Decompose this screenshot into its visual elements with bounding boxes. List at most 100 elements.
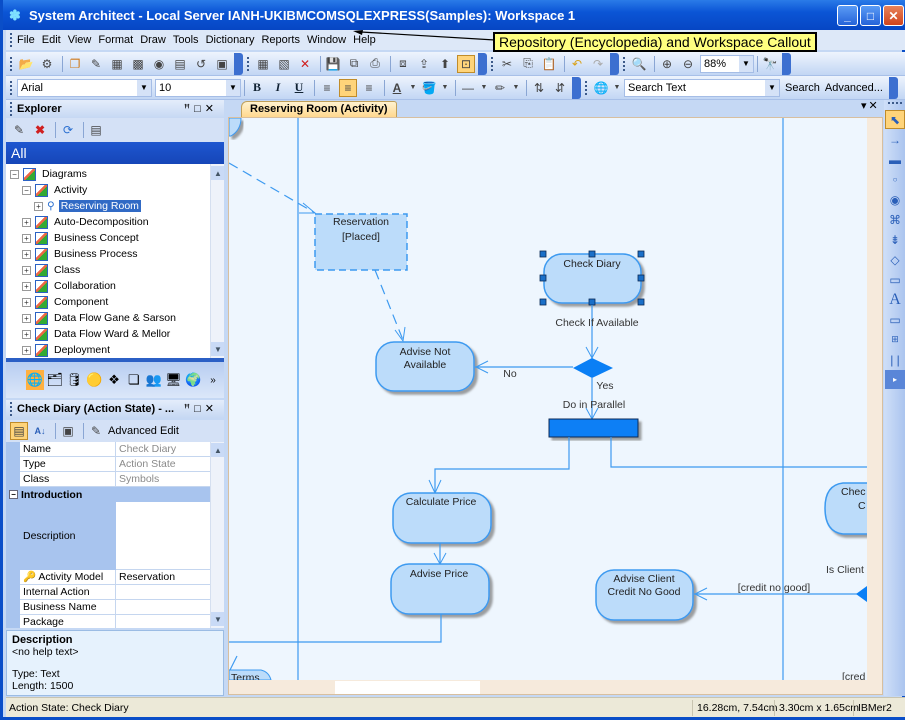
history-icon[interactable]: ↺ xyxy=(192,55,210,73)
process-icon[interactable]: 🟡 xyxy=(85,370,103,390)
advanced-search-button[interactable]: Advanced... xyxy=(825,82,883,94)
expand-icon[interactable]: + xyxy=(22,265,31,275)
decision-node[interactable] xyxy=(573,358,613,378)
expand-icon[interactable]: + xyxy=(22,345,31,355)
menu-tools[interactable]: Tools xyxy=(173,34,199,46)
menu-view[interactable]: View xyxy=(68,34,92,46)
underline-button[interactable]: U xyxy=(290,79,308,97)
new-definition-icon[interactable]: ✎ xyxy=(87,55,105,73)
scroll-up-icon[interactable]: ▲ xyxy=(211,443,224,457)
open-definition-icon[interactable]: ▧ xyxy=(275,55,293,73)
chevron-down-icon[interactable]: ▼ xyxy=(765,79,779,96)
control-flow[interactable] xyxy=(434,437,570,493)
close-panel-icon[interactable]: ✕ xyxy=(205,403,218,415)
font-name-combo[interactable]: Arial ▼ xyxy=(17,78,152,97)
menu-edit[interactable]: Edit xyxy=(42,34,61,46)
decision-node-partial[interactable] xyxy=(856,586,867,602)
font-color-icon[interactable]: A xyxy=(388,79,406,97)
property-pages-icon[interactable]: ▣ xyxy=(59,422,77,440)
close-button[interactable]: ✕ xyxy=(883,5,904,26)
bold-button[interactable]: B xyxy=(248,79,266,97)
palette-more-icon[interactable]: ▸ xyxy=(885,370,905,389)
delete-icon[interactable]: ✖ xyxy=(31,121,49,139)
windows-icon[interactable]: ❏ xyxy=(125,370,143,390)
zoom-in-icon[interactable]: ⊕ xyxy=(658,55,676,73)
close-document-icon[interactable]: ✕ xyxy=(869,100,880,112)
panel-grip[interactable] xyxy=(10,102,13,116)
toolbar-overflow[interactable] xyxy=(782,52,791,75)
toolbar-overflow[interactable] xyxy=(572,76,581,99)
tree-item[interactable]: − Diagrams xyxy=(10,166,87,182)
zoom-out-icon[interactable]: ⊖ xyxy=(679,55,697,73)
scroll-down-icon[interactable]: ▼ xyxy=(211,342,224,356)
view-icon[interactable]: ▤ xyxy=(87,121,105,139)
categorized-view-icon[interactable]: ▤ xyxy=(10,422,28,440)
redo-icon[interactable]: ↷ xyxy=(589,55,607,73)
menu-window[interactable]: Window xyxy=(307,34,346,46)
swimlane-tool-icon[interactable]: | | xyxy=(885,350,905,369)
tree-item[interactable]: + Data Flow Gane & Sarson xyxy=(22,310,176,326)
minimize-button[interactable]: _ xyxy=(837,5,858,26)
diagram-icon[interactable]: ▦ xyxy=(108,55,126,73)
search-text-input[interactable]: Search Text ▼ xyxy=(624,78,780,97)
tree-item-selected[interactable]: + ⚲ Reserving Room xyxy=(34,198,141,214)
object-tool-icon[interactable]: ⊞ xyxy=(885,330,905,349)
initial-state-small-tool-icon[interactable]: ○ xyxy=(885,170,905,189)
rectangle-tool-icon[interactable]: ▭ xyxy=(885,310,905,329)
copy-format-icon[interactable]: ⧈ xyxy=(394,55,412,73)
collapse-section-icon[interactable]: − xyxy=(9,490,18,499)
zoom-level-combo[interactable]: 88% ▼ xyxy=(700,54,754,73)
search-button[interactable]: Search xyxy=(785,82,820,94)
toolbar-grip[interactable] xyxy=(10,33,13,47)
align-center-icon[interactable]: ≡ xyxy=(339,78,357,97)
property-row[interactable]: Class Symbols xyxy=(20,472,210,487)
toolbar-overflow[interactable] xyxy=(478,52,487,75)
print-icon[interactable]: ⎙ xyxy=(366,55,384,73)
properties-icon[interactable]: ▣ xyxy=(213,55,231,73)
table-icon[interactable]: ▤ xyxy=(171,55,189,73)
open-diagram-icon[interactable]: ▦ xyxy=(254,55,272,73)
align-right-icon[interactable]: ≡ xyxy=(360,79,378,97)
pin-icon[interactable]: ꟸ xyxy=(184,403,194,415)
bring-forward-icon[interactable]: ⇅ xyxy=(530,79,548,97)
partial-node[interactable] xyxy=(229,118,242,137)
expand-icon[interactable]: + xyxy=(22,297,31,307)
refresh-icon[interactable]: ⟳ xyxy=(59,121,77,139)
scroll-up-icon[interactable]: ▲ xyxy=(211,166,224,180)
scroll-down-icon[interactable]: ▼ xyxy=(211,612,224,626)
line-color-icon[interactable]: ✏ xyxy=(491,79,509,97)
monitor-icon[interactable]: 🖥 xyxy=(165,370,183,390)
toolbar-grip[interactable] xyxy=(491,56,494,71)
globe-search-scope-icon[interactable]: 🌐 xyxy=(592,79,610,97)
more-chevron-icon[interactable]: » xyxy=(204,370,222,390)
cut-icon[interactable]: ✂ xyxy=(498,55,516,73)
new-diagram-icon[interactable]: ❐ xyxy=(66,55,84,73)
object-flow[interactable] xyxy=(374,269,404,341)
settings-gear-icon[interactable]: ⚙ xyxy=(38,55,56,73)
text-tool-icon[interactable]: A xyxy=(885,290,905,309)
color-wheel-icon[interactable]: ◉ xyxy=(150,55,168,73)
palette-grip[interactable] xyxy=(888,102,902,108)
property-row[interactable]: Internal Action xyxy=(20,585,210,600)
property-row[interactable]: 🔑 Activity Model Reservation xyxy=(20,570,210,585)
tree-item[interactable]: + Auto-Decomposition xyxy=(22,214,149,230)
fill-color-icon[interactable]: 🪣 xyxy=(420,79,438,97)
chevron-down-icon[interactable]: ▼ xyxy=(739,55,753,72)
promote-icon[interactable]: ⬆ xyxy=(436,55,454,73)
property-row[interactable]: Business Name xyxy=(20,600,210,615)
expand-icon[interactable]: + xyxy=(22,217,31,227)
undo-icon[interactable]: ↶ xyxy=(568,55,586,73)
line-style-icon[interactable]: — xyxy=(459,79,477,97)
tree-item[interactable]: + Data Flow Ward & Mellor xyxy=(22,326,170,342)
menu-reports[interactable]: Reports xyxy=(261,34,300,46)
copy-icon[interactable]: ⎘ xyxy=(519,55,537,73)
tree-item[interactable]: + Collaboration xyxy=(22,278,116,294)
chevron-down-icon[interactable]: ▼ xyxy=(226,79,240,96)
export-icon[interactable]: ⇪ xyxy=(415,55,433,73)
tree-item[interactable]: − Activity xyxy=(22,182,87,198)
explorer-scope-bar[interactable]: All xyxy=(6,142,224,164)
align-left-icon[interactable]: ≡ xyxy=(318,79,336,97)
property-row[interactable]: Type Action State xyxy=(20,457,210,472)
menu-file[interactable]: File xyxy=(17,34,35,46)
control-flow[interactable] xyxy=(229,614,442,643)
